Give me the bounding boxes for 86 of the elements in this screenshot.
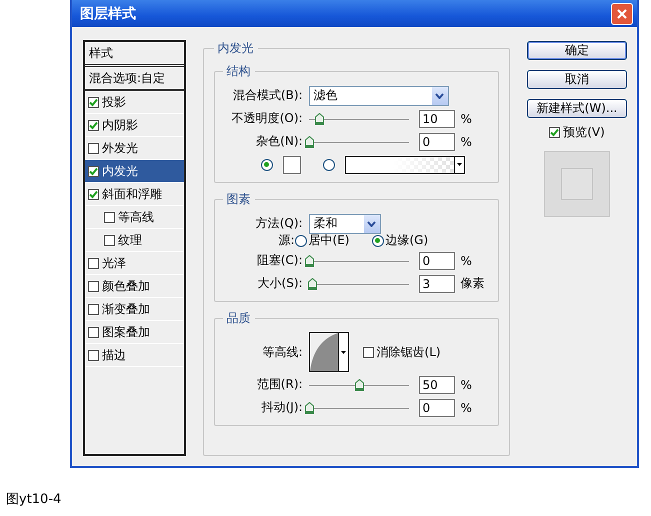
field-label: 阻塞(C): — [256, 252, 303, 269]
radio-button[interactable] — [372, 234, 384, 246]
list-header: 样式 — [89, 44, 113, 62]
field-label: 源: — [278, 232, 295, 249]
unit-label: % — [460, 112, 472, 126]
style-list-item[interactable]: 渐变叠加 — [85, 298, 184, 321]
value-field[interactable]: 3 — [418, 274, 455, 292]
field-label: 抖动(J): — [260, 399, 303, 416]
value-field[interactable]: 50 — [418, 376, 455, 394]
checkbox[interactable] — [362, 346, 374, 358]
slider-thumb[interactable] — [308, 278, 317, 290]
field-label: 等高线: — [262, 344, 303, 360]
style-list-item[interactable]: 纹理 — [85, 229, 184, 252]
field-label: 方法(Q): — [254, 215, 303, 232]
dialog-button[interactable]: 确定 — [527, 41, 627, 60]
chevron-icon — [432, 86, 448, 104]
checkbox-label: 预览(V) — [563, 124, 605, 141]
caret-icon — [456, 163, 462, 166]
field-label: 不透明度(O): — [230, 110, 303, 127]
radio-button[interactable] — [260, 158, 273, 170]
color-swatch[interactable] — [282, 156, 301, 174]
field-label: 混合模式(B): — [232, 87, 303, 104]
radio-button[interactable] — [294, 234, 307, 246]
group-title: 品质 — [226, 310, 252, 327]
figure-caption: 图yt10-4 — [6, 491, 62, 508]
checkbox[interactable] — [88, 142, 99, 154]
close-icon[interactable] — [611, 2, 633, 24]
style-list-item[interactable]: 图案叠加 — [85, 321, 184, 344]
value-field[interactable]: 0 — [418, 252, 455, 270]
style-list-item[interactable]: 等高线 — [85, 206, 184, 229]
unit-label: % — [460, 400, 472, 414]
style-list-item[interactable]: 混合选项:自定 — [85, 67, 184, 91]
style-list-item[interactable]: 投影 — [85, 91, 184, 114]
preview-thumbnail — [544, 151, 610, 217]
style-list-item[interactable]: 描边 — [85, 344, 184, 367]
checkbox[interactable] — [88, 120, 99, 130]
value-field[interactable]: 0 — [418, 398, 455, 416]
field-label: 杂色(N): — [255, 133, 303, 150]
style-list-item[interactable]: 内发光 — [85, 160, 184, 183]
dropdown[interactable]: 滤色 — [308, 86, 449, 106]
contour-picker[interactable] — [308, 332, 349, 372]
slider-thumb[interactable] — [304, 402, 314, 414]
slider-thumb[interactable] — [314, 112, 324, 124]
radio-label: 边缘(G) — [386, 232, 428, 249]
style-list-item[interactable]: 内阴影 — [85, 114, 184, 137]
checkbox[interactable] — [88, 188, 99, 200]
unit-label: % — [460, 254, 472, 268]
slider[interactable] — [308, 278, 409, 290]
slider-thumb[interactable] — [304, 254, 314, 266]
field-label: 范围(R): — [256, 376, 303, 393]
radio-label: 居中(E) — [308, 232, 350, 249]
group-title: 图素 — [226, 191, 252, 208]
checkbox[interactable] — [88, 96, 99, 108]
style-list-item[interactable]: 颜色叠加 — [85, 275, 184, 298]
radio-button[interactable] — [322, 158, 335, 170]
checkbox[interactable] — [88, 166, 99, 176]
dropdown[interactable]: 柔和 — [308, 214, 381, 234]
value-field[interactable]: 0 — [418, 132, 455, 150]
unit-label: % — [460, 378, 472, 392]
chevron-icon — [364, 214, 380, 232]
field-label: 大小(S): — [256, 275, 303, 292]
checkbox[interactable] — [88, 304, 99, 314]
group-title: 结构 — [226, 63, 252, 80]
unit-label: 像素 — [460, 275, 485, 292]
caret-icon — [340, 350, 346, 354]
checkbox[interactable] — [88, 280, 99, 292]
style-list-item[interactable]: 光泽 — [85, 252, 184, 275]
value-field[interactable]: 10 — [418, 110, 455, 128]
dialog-button[interactable]: 新建样式(W)... — [527, 99, 627, 118]
slider-thumb[interactable] — [354, 378, 364, 390]
group-title: 内发光 — [216, 40, 255, 57]
dialog-button[interactable]: 取消 — [527, 70, 627, 89]
slider[interactable] — [308, 112, 409, 124]
checkbox[interactable] — [549, 127, 560, 138]
checkbox[interactable] — [104, 234, 115, 246]
window-title: 图层样式 — [80, 4, 136, 22]
checkbox-label: 消除锯齿(L) — [376, 344, 441, 360]
slider-thumb[interactable] — [304, 136, 314, 148]
checkbox[interactable] — [88, 258, 99, 268]
slider[interactable] — [308, 378, 409, 390]
unit-label: % — [460, 134, 472, 148]
checkbox[interactable] — [88, 350, 99, 360]
style-list-item[interactable]: 斜面和浮雕 — [85, 183, 184, 206]
gradient-picker[interactable] — [344, 156, 465, 174]
checkbox[interactable] — [104, 212, 115, 222]
checkbox[interactable] — [88, 326, 99, 338]
